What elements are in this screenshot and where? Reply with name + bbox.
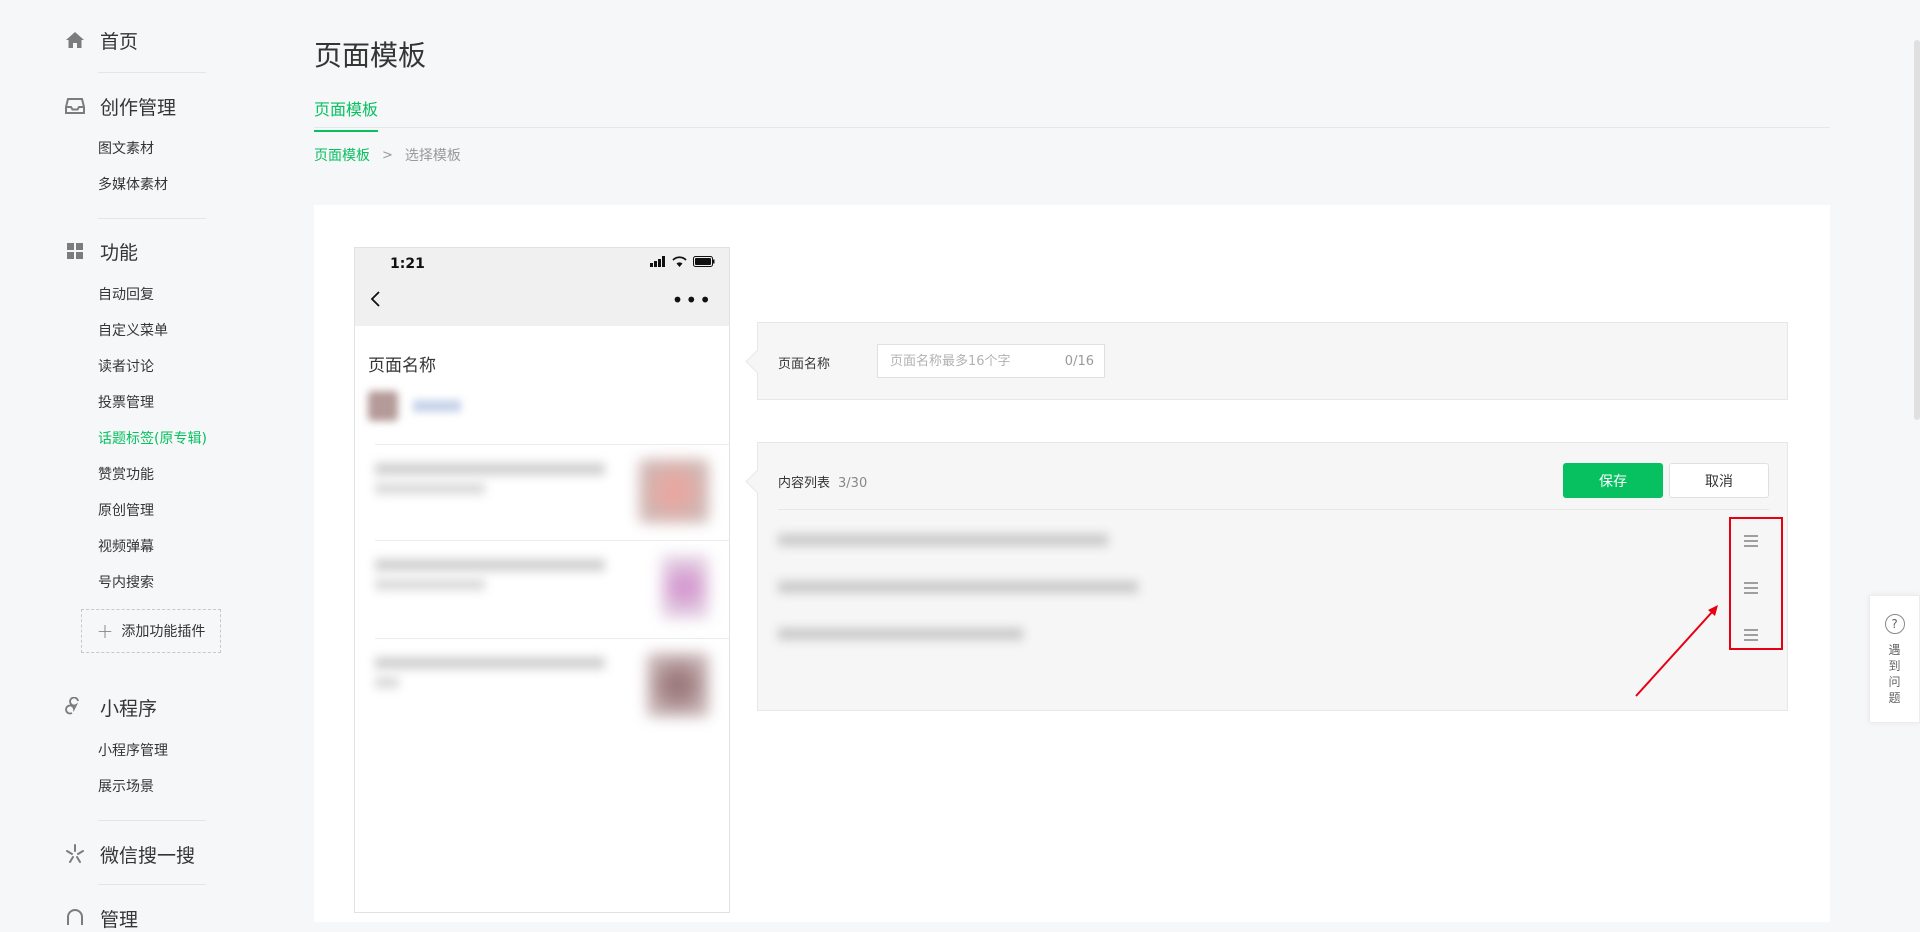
divider	[98, 820, 206, 821]
sidebar: 首页 创作管理 图文素材 多媒体素材 功能 自动回复 自定义菜单 读者讨论 投票…	[0, 0, 260, 931]
cancel-button[interactable]: 取消	[1669, 463, 1769, 498]
article-subtitle-blurred	[375, 579, 485, 590]
sidebar-item-multimedia[interactable]: 多媒体素材	[98, 174, 168, 196]
sidebar-item-custom-menu[interactable]: 自定义菜单	[98, 320, 168, 342]
scrollbar[interactable]	[1914, 40, 1920, 420]
help-float-button[interactable]: ? 遇到问题	[1869, 595, 1920, 723]
add-plugin-label: 添加功能插件	[121, 624, 206, 640]
article-title-blurred	[778, 628, 1023, 640]
battery-icon	[693, 256, 715, 267]
sidebar-group-label: 创作管理	[100, 96, 177, 119]
sidebar-item-auto-reply[interactable]: 自动回复	[98, 284, 154, 306]
sidebar-item-vote[interactable]: 投票管理	[98, 392, 154, 414]
help-label: 遇到问题	[1888, 643, 1901, 705]
table-row[interactable]	[778, 572, 1738, 602]
status-icons	[650, 256, 715, 267]
sidebar-group-creation[interactable]: 创作管理	[64, 92, 176, 120]
list-item	[375, 444, 729, 541]
list-item	[375, 638, 729, 735]
article-title-blurred	[375, 657, 605, 669]
table-row[interactable]	[778, 525, 1738, 555]
question-icon: ?	[1884, 614, 1905, 634]
article-title-blurred	[375, 463, 605, 475]
grid-icon	[64, 240, 86, 262]
content-list-count: 3/30	[838, 476, 868, 491]
sidebar-item-in-account-search[interactable]: 号内搜索	[98, 572, 154, 594]
inbox-icon	[64, 95, 86, 117]
article-thumbnail	[661, 555, 709, 619]
manage-icon	[64, 907, 86, 929]
divider	[98, 72, 206, 73]
divider	[98, 884, 206, 885]
sidebar-item-topic-tags[interactable]: 话题标签(原专辑)	[98, 428, 207, 450]
page-name-count: 0/16	[1064, 353, 1094, 369]
sidebar-group-features[interactable]: 功能	[64, 237, 138, 265]
add-plugin-button[interactable]: + 添加功能插件	[81, 609, 221, 653]
save-button[interactable]: 保存	[1563, 463, 1663, 498]
miniprogram-icon	[64, 696, 86, 718]
list-item	[375, 540, 729, 639]
content-list-label: 内容列表 3/30	[778, 472, 867, 491]
page-name-field: 0/16	[877, 344, 1105, 378]
phone-status-bar: 1:21 •••	[355, 248, 729, 326]
sidebar-item-display-scene[interactable]: 展示场景	[98, 776, 154, 798]
article-title-blurred	[778, 534, 1108, 546]
sidebar-group-label: 小程序	[100, 697, 158, 720]
sidebar-group-label: 微信搜一搜	[100, 844, 196, 867]
content-list-title: 内容列表	[778, 476, 831, 491]
sidebar-item-reward[interactable]: 赞赏功能	[98, 464, 154, 486]
search-sparkle-icon	[64, 843, 86, 865]
article-title-blurred	[778, 581, 1138, 593]
article-thumbnail	[647, 653, 709, 717]
sidebar-group-label: 功能	[100, 241, 139, 264]
sidebar-item-image-text[interactable]: 图文素材	[98, 138, 154, 160]
wifi-icon	[672, 256, 687, 267]
breadcrumb-current: 选择模板	[404, 148, 461, 164]
annotation-arrow-icon	[1635, 605, 1718, 697]
page-name-label: 页面名称	[778, 357, 831, 372]
divider	[778, 509, 1769, 510]
divider	[98, 218, 206, 219]
sidebar-item-label: 首页	[100, 30, 139, 53]
table-row[interactable]	[778, 619, 1738, 649]
article-subtitle-blurred	[375, 677, 399, 688]
article-thumbnail	[639, 459, 709, 523]
sidebar-item-original[interactable]: 原创管理	[98, 500, 154, 522]
page-name-panel: 页面名称 0/16	[745, 322, 1788, 400]
page-name-input[interactable]	[888, 352, 1065, 370]
breadcrumb-separator: >	[382, 147, 393, 163]
article-subtitle-blurred	[375, 483, 485, 494]
back-icon[interactable]	[367, 290, 385, 308]
more-icon[interactable]: •••	[672, 290, 713, 310]
home-icon	[64, 29, 86, 51]
sidebar-item-home[interactable]: 首页	[64, 26, 138, 54]
avatar	[368, 391, 398, 421]
page-title: 页面模板	[314, 39, 427, 72]
sidebar-group-label: 管理	[100, 908, 139, 931]
sidebar-item-miniprogram-manage[interactable]: 小程序管理	[98, 740, 168, 762]
annotation-highlight-box	[1729, 517, 1783, 650]
sidebar-group-miniprogram[interactable]: 小程序	[64, 693, 157, 721]
status-time: 1:21	[390, 256, 425, 272]
sidebar-item-reader-discussion[interactable]: 读者讨论	[98, 356, 154, 378]
article-title-blurred	[375, 559, 605, 571]
breadcrumb-link[interactable]: 页面模板	[314, 145, 370, 165]
account-name-blurred	[413, 400, 461, 412]
tab-underline	[314, 127, 1830, 128]
sidebar-group-manage[interactable]: 管理	[64, 904, 138, 932]
breadcrumb: 页面模板 > 选择模板	[314, 145, 461, 165]
phone-preview: 1:21 ••• 页面名称	[354, 247, 730, 913]
sidebar-group-wechat-search[interactable]: 微信搜一搜	[64, 840, 195, 868]
phone-page-name: 页面名称	[368, 356, 436, 376]
plus-icon: +	[96, 619, 114, 643]
sidebar-item-video-danmaku[interactable]: 视频弹幕	[98, 536, 154, 558]
signal-icon	[650, 256, 665, 267]
